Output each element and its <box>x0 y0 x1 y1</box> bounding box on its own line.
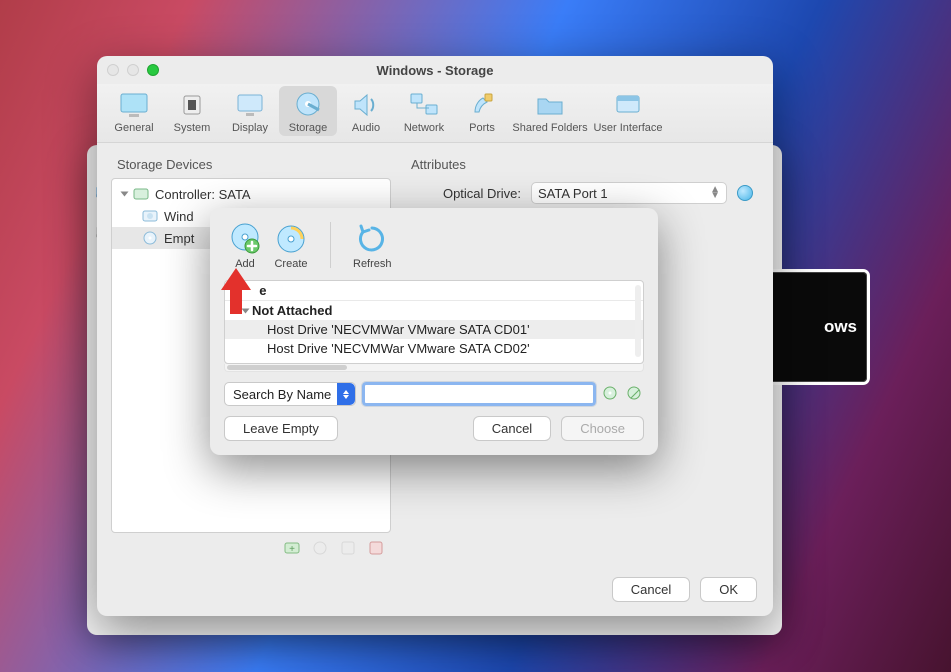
refresh-icon <box>355 222 389 256</box>
tab-general[interactable]: General <box>105 86 163 136</box>
list-header-fragment: e <box>259 283 266 298</box>
tab-label: Network <box>404 122 444 134</box>
choose-disk-image-icon[interactable] <box>737 185 753 201</box>
optical-drive-row: Optical Drive: SATA Port 1 ▲▼ <box>405 178 759 208</box>
tab-label: Audio <box>352 122 380 134</box>
tab-user-interface[interactable]: User Interface <box>589 86 667 136</box>
speaker-icon <box>349 90 383 120</box>
storage-tree-actions: + <box>111 533 391 557</box>
list-category-not-attached[interactable]: Not Attached <box>225 301 643 320</box>
add-controller-icon[interactable]: + <box>283 539 301 557</box>
search-mode-select[interactable]: Search By Name <box>224 382 356 406</box>
list-item[interactable]: Host Drive 'NECVMWar VMware SATA CD01' <box>225 320 643 339</box>
svg-text:+: + <box>289 544 295 555</box>
search-row: Search By Name <box>224 382 644 406</box>
folder-icon <box>533 90 567 120</box>
medium-selector-sheet: Add Create Refresh Name <box>210 208 658 455</box>
settings-buttons: Cancel OK <box>97 567 773 616</box>
disclosure-triangle-icon[interactable] <box>242 308 250 313</box>
tab-label: Display <box>232 122 268 134</box>
refresh-button[interactable]: Refresh <box>353 222 392 270</box>
ok-button[interactable]: OK <box>700 577 757 602</box>
refresh-label: Refresh <box>353 258 392 270</box>
optical-disc-icon <box>142 230 158 246</box>
add-attachment-icon[interactable] <box>311 539 329 557</box>
tab-label: User Interface <box>593 122 662 134</box>
remove-controller-icon[interactable] <box>367 539 385 557</box>
list-hscrollbar[interactable] <box>224 364 644 372</box>
sheet-toolbar: Add Create Refresh <box>224 222 644 270</box>
tab-display[interactable]: Display <box>221 86 279 136</box>
optical-drive-value: SATA Port 1 <box>538 186 608 201</box>
monitor-icon <box>117 90 151 120</box>
tab-label: Ports <box>469 122 495 134</box>
tree-item-label: Wind <box>164 209 194 224</box>
sheet-buttons: Leave Empty Cancel Choose <box>224 416 644 441</box>
tab-shared-folders[interactable]: Shared Folders <box>511 86 589 136</box>
display-icon <box>233 90 267 120</box>
search-mode-label: Search By Name <box>233 387 331 402</box>
window-title: Windows - Storage <box>97 63 773 78</box>
choose-button[interactable]: Choose <box>561 416 644 441</box>
settings-toolbar: General System Display Storage Audio Net… <box>97 84 773 143</box>
attributes-heading: Attributes <box>411 157 759 172</box>
list-scrollbar[interactable] <box>635 285 641 357</box>
titlebar: Windows - Storage <box>97 56 773 84</box>
vm-preview-text: ows <box>824 317 857 337</box>
tab-audio[interactable]: Audio <box>337 86 395 136</box>
tree-controller-row[interactable]: Controller: SATA <box>112 183 390 205</box>
tab-label: System <box>174 122 211 134</box>
remove-attachment-icon[interactable] <box>339 539 357 557</box>
tab-label: General <box>114 122 153 134</box>
create-disc-icon <box>274 222 308 256</box>
tab-label: Storage <box>289 122 328 134</box>
add-disc-icon <box>228 222 262 256</box>
tab-system[interactable]: System <box>163 86 221 136</box>
medium-list[interactable]: Name Not Attached Host Drive 'NECVMWar V… <box>224 280 644 364</box>
create-label: Create <box>274 258 307 270</box>
ui-icon <box>611 90 645 120</box>
leave-empty-button[interactable]: Leave Empty <box>224 416 338 441</box>
toolbar-separator <box>330 222 331 268</box>
search-global-icon[interactable] <box>626 385 644 403</box>
add-label: Add <box>235 258 255 270</box>
list-item[interactable]: Host Drive 'NECVMWar VMware SATA CD02' <box>225 339 643 358</box>
tree-controller-label: Controller: SATA <box>155 187 251 202</box>
tab-network[interactable]: Network <box>395 86 453 136</box>
list-item-label: Host Drive 'NECVMWar VMware SATA CD01' <box>267 322 530 337</box>
cancel-button[interactable]: Cancel <box>473 416 551 441</box>
tree-item-label: Empt <box>164 231 194 246</box>
tab-ports[interactable]: Ports <box>453 86 511 136</box>
select-stepper-icon: ▲▼ <box>710 187 720 199</box>
disclosure-triangle-icon[interactable] <box>121 192 129 197</box>
storage-devices-heading: Storage Devices <box>117 157 391 172</box>
add-medium-button[interactable]: Add <box>228 222 262 270</box>
list-item-label: Host Drive 'NECVMWar VMware SATA CD02' <box>267 341 530 356</box>
ports-icon <box>465 90 499 120</box>
storage-icon <box>291 90 325 120</box>
create-medium-button[interactable]: Create <box>274 222 308 270</box>
harddisk-icon <box>142 208 158 224</box>
optical-drive-select[interactable]: SATA Port 1 ▲▼ <box>531 182 727 204</box>
optical-drive-label: Optical Drive: <box>411 186 521 201</box>
select-chevrons-icon <box>337 383 355 405</box>
list-header-name[interactable]: Name <box>225 281 643 301</box>
controller-icon <box>133 186 149 202</box>
list-category-label: Not Attached <box>252 303 332 318</box>
search-input[interactable] <box>362 382 596 406</box>
tab-storage[interactable]: Storage <box>279 86 337 136</box>
search-local-icon[interactable] <box>602 385 620 403</box>
chip-icon <box>175 90 209 120</box>
tab-label: Shared Folders <box>512 122 587 134</box>
cancel-button[interactable]: Cancel <box>612 577 690 602</box>
network-icon <box>407 90 441 120</box>
